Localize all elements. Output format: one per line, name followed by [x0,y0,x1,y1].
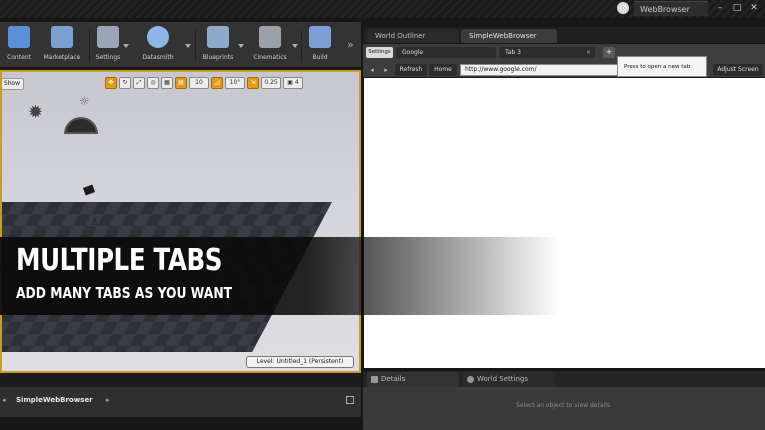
refresh-button[interactable]: Refresh [395,64,427,76]
rotation-snap-value[interactable]: 10° [225,77,245,89]
world-local-icon[interactable]: ◎ [147,77,159,89]
path-right-arrow-icon[interactable]: ▸ [106,396,110,404]
chevron-down-icon[interactable] [123,44,129,48]
new-tab-button[interactable]: + [603,47,615,58]
camera-speed-button[interactable]: ▣ 4 [283,77,303,89]
grid-size-value[interactable]: 10 [189,77,209,89]
new-tab-tooltip: Press to open a new tab [617,56,707,77]
tab-world-settings-label: World Settings [477,375,528,383]
translate-tool-icon[interactable]: ✥ [105,77,117,89]
home-button[interactable]: Home [429,64,457,76]
chevron-down-icon[interactable] [185,44,191,48]
lock-icon[interactable] [346,396,354,404]
right-tab-bar: World Outliner SimpleWebBrowser [363,27,765,43]
tab-world-outliner[interactable]: World Outliner [367,29,459,43]
player-start-icon[interactable]: ♙ [90,217,99,228]
path-left-arrow-icon[interactable]: ◂ [2,396,6,404]
light-bulb-icon[interactable]: ☼ [79,94,90,108]
blueprints-button[interactable]: Blueprints [200,25,236,65]
datasmith-icon [147,26,169,48]
browser-settings-button[interactable]: Settings [366,47,393,58]
level-viewport[interactable]: Show ✥ ↻ ⤢ ◎ ▦ ▤ 10 ◿ 10° ⇲ 0.25 ▣ 4 ✹ ☼… [0,70,361,373]
grid-icon [8,26,30,48]
sky-gear-icon[interactable]: ✹ [28,102,43,123]
details-hint: Select an object to view details. [516,402,612,409]
cinematics-button[interactable]: Cinematics [250,25,290,65]
show-button[interactable]: Show [2,78,24,90]
scale-snap-icon[interactable]: ⇲ [247,77,259,89]
globe-icon [467,376,474,383]
clapper-icon [259,26,281,48]
tab-details[interactable]: Details [367,372,459,387]
settings-button[interactable]: Settings [93,25,123,65]
app-window: WebBrowser – □ ✕ Content Marketplace Set… [0,0,765,430]
browser-tab-3[interactable]: Tab 3 × [499,47,595,58]
maximize-button[interactable]: □ [731,2,743,14]
build-label: Build [312,54,328,61]
sky-dome-icon[interactable] [64,117,98,134]
forward-icon[interactable]: ▸ [381,65,391,75]
toolbar-divider [301,30,302,62]
url-input[interactable]: http://www.google.com/ [460,64,618,76]
build-icon [309,26,331,48]
datasmith-button[interactable]: Datasmith [138,25,178,65]
rotation-snap-icon[interactable]: ◿ [211,77,223,89]
cinematics-label: Cinematics [253,54,287,61]
back-icon[interactable]: ◂ [367,65,377,75]
blueprints-label: Blueprints [202,54,234,61]
datasmith-label: Datasmith [142,54,174,61]
scale-snap-value[interactable]: 0.25 [261,77,281,89]
content-browser-header [0,373,361,387]
tab-details-label: Details [381,375,406,383]
main-toolbar: Content Marketplace Settings Datasmith B… [0,22,361,68]
build-button[interactable]: Build [306,25,334,65]
title-bar: WebBrowser – □ ✕ [0,0,765,18]
settings-label: Settings [95,54,121,61]
browser-tab-google[interactable]: Google [396,47,496,58]
toolbar-overflow-button[interactable]: » [347,38,354,51]
browser-tab-label: Google [402,49,424,56]
marketplace-label: Marketplace [43,54,81,61]
banner-title: MULTIPLE TABS [16,243,223,278]
close-button[interactable]: ✕ [748,2,760,14]
cube-actor[interactable] [82,184,96,196]
toolbar-divider [89,30,90,62]
toolbar-divider [195,30,196,62]
details-tab-bar: Details World Settings [363,371,765,387]
blueprint-icon [207,26,229,48]
surface-snap-icon[interactable]: ▦ [161,77,173,89]
chevron-down-icon[interactable] [292,44,298,48]
rotate-tool-icon[interactable]: ↻ [119,77,131,89]
content-button[interactable]: Content [4,25,34,65]
details-icon [371,376,378,383]
content-label: Content [7,54,31,61]
browser-tab-label: Tab 3 [505,49,521,56]
viewport-tools: ✥ ↻ ⤢ ◎ ▦ ▤ 10 ◿ 10° ⇲ 0.25 ▣ 4 [105,77,303,91]
banner-subtitle: ADD MANY TABS AS YOU WANT [16,284,233,302]
level-label: Level: Untitled_1 (Persistent) [246,356,354,368]
adjust-screen-button[interactable]: Adjust Screen [713,64,763,76]
path-item-simple-web-browser[interactable]: SimpleWebBrowser [16,396,93,404]
grid-snap-icon[interactable]: ▤ [175,77,187,89]
marketplace-icon [51,26,73,48]
web-page-view[interactable] [364,78,765,368]
content-path-bar: ◂ SimpleWebBrowser ▸ [0,387,361,417]
unreal-logo-icon [617,2,629,14]
tab-world-settings[interactable]: World Settings [463,372,555,387]
minimize-button[interactable]: – [714,2,726,14]
details-panel: Select an object to view details. [363,387,765,430]
chevron-down-icon[interactable] [238,44,244,48]
gear-icon [97,26,119,48]
close-tab-icon[interactable]: × [586,47,591,58]
tab-simple-web-browser[interactable]: SimpleWebBrowser [461,29,557,43]
marketplace-button[interactable]: Marketplace [40,25,84,65]
scale-tool-icon[interactable]: ⤢ [133,77,145,89]
promo-banner: MULTIPLE TABS ADD MANY TABS AS YOU WANT [0,237,560,315]
app-title-tab[interactable]: WebBrowser [634,1,708,16]
